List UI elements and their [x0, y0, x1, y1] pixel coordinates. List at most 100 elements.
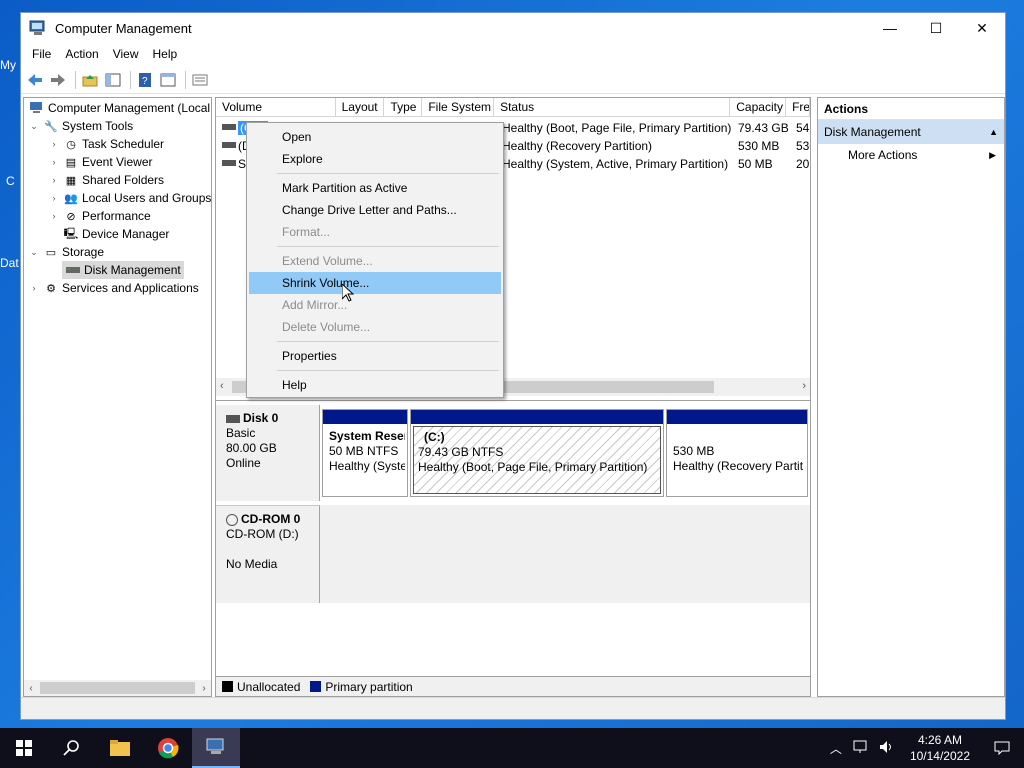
menu-file[interactable]: File	[25, 47, 58, 61]
tree-label: Computer Management (Local	[48, 101, 211, 115]
partition-system-reserved[interactable]: System Reser 50 MB NTFS Healthy (Syste	[322, 409, 408, 497]
menu-separator	[277, 341, 499, 342]
windows-icon	[16, 740, 32, 756]
tree-item-system-tools[interactable]: ⌄ 🔧 System Tools	[28, 117, 133, 135]
system-tray: ︿ 4:26 AM 10/14/2022	[824, 728, 1024, 768]
tree-item-computer-management[interactable]: Computer Management (Local	[26, 99, 210, 117]
menu-help[interactable]: Help	[146, 47, 185, 61]
partition-c[interactable]: (C:) 79.43 GB NTFS Healthy (Boot, Page F…	[410, 409, 664, 497]
tree-item-device-manager[interactable]: 🖳 Device Manager	[48, 225, 170, 243]
computer-management-icon	[29, 20, 47, 36]
tree-item-event-viewer[interactable]: › ▤ Event Viewer	[48, 153, 153, 171]
maximize-button[interactable]: ☐	[913, 13, 959, 43]
close-button[interactable]: ✕	[959, 13, 1005, 43]
network-icon[interactable]	[848, 740, 874, 757]
clock[interactable]: 4:26 AM 10/14/2022	[900, 732, 980, 764]
volume-capacity: 79.43 GB	[738, 121, 789, 135]
col-filesystem[interactable]: File System	[422, 98, 495, 117]
menu-item-change-drive-letter[interactable]: Change Drive Letter and Paths...	[249, 199, 501, 221]
desktop-icon-label[interactable]: Dat	[0, 256, 20, 270]
chevron-right-icon[interactable]: ›	[28, 283, 40, 293]
col-type[interactable]: Type	[384, 98, 423, 117]
disk-icon	[226, 414, 240, 423]
chevron-right-icon[interactable]: ›	[48, 139, 60, 149]
forward-icon[interactable]	[48, 70, 68, 90]
menu-item-shrink-volume[interactable]: Shrink Volume...	[249, 272, 501, 294]
menu-action[interactable]: Action	[58, 47, 105, 61]
toolbar: ?	[21, 66, 1005, 94]
file-explorer-icon[interactable]	[96, 728, 144, 768]
menu-view[interactable]: View	[106, 47, 146, 61]
col-layout[interactable]: Layout	[336, 98, 385, 117]
chevron-down-icon[interactable]: ⌄	[28, 247, 40, 258]
volume-status: Healthy (System, Active, Primary Partiti…	[502, 157, 729, 171]
up-folder-icon[interactable]	[80, 70, 100, 90]
tree-item-local-users[interactable]: › 👥 Local Users and Groups	[48, 189, 212, 207]
chevron-right-icon[interactable]: ›	[48, 175, 60, 185]
event-viewer-icon: ▤	[65, 156, 77, 169]
scroll-left-icon[interactable]: ‹	[24, 683, 38, 694]
toolbar-separator	[75, 70, 76, 89]
menu-item-extend-volume: Extend Volume...	[282, 254, 373, 268]
computer-management-taskbar-icon[interactable]	[192, 728, 240, 768]
chrome-icon[interactable]	[144, 728, 192, 768]
users-icon: 👥	[64, 192, 78, 205]
minimize-button[interactable]: —	[867, 13, 913, 43]
legend-primary: Primary partition	[325, 679, 413, 694]
title-bar[interactable]: Computer Management — ☐ ✕	[21, 13, 1005, 43]
volume-status: Healthy (Recovery Partition)	[502, 139, 653, 153]
tree-item-task-scheduler[interactable]: › ◷ Task Scheduler	[48, 135, 165, 153]
col-status[interactable]: Status	[494, 98, 731, 117]
help-icon[interactable]: ?	[135, 70, 155, 90]
start-button[interactable]	[0, 728, 48, 768]
partition-recovery[interactable]: 530 MB Healthy (Recovery Partit	[666, 409, 808, 497]
col-capacity[interactable]: Capacity	[730, 98, 787, 117]
chevron-right-icon[interactable]: ›	[48, 211, 60, 221]
chevron-right-icon[interactable]: ›	[48, 193, 60, 203]
shared-folder-icon: ▦	[65, 174, 77, 187]
menu-item-mark-active[interactable]: Mark Partition as Active	[249, 177, 501, 199]
cdrom-0-info[interactable]: CD-ROM 0 CD-ROM (D:) No Media	[216, 505, 320, 603]
more-actions-item[interactable]: More Actions ▶	[818, 144, 1004, 166]
tree-item-storage[interactable]: ⌄ ▭ Storage	[28, 243, 104, 261]
scroll-right-icon[interactable]: ›	[802, 380, 806, 392]
tree-label: Shared Folders	[82, 173, 165, 187]
col-free[interactable]: Fre	[786, 98, 810, 117]
desktop-icon-label[interactable]: My	[0, 58, 20, 72]
col-volume[interactable]: Volume	[216, 98, 336, 117]
chevron-up-icon[interactable]: ︿	[824, 740, 848, 757]
tree-item-performance[interactable]: › ⊘ Performance	[48, 207, 151, 225]
scroll-right-icon[interactable]: ›	[197, 683, 211, 694]
menu-item-format: Format...	[282, 225, 331, 239]
navigation-tree: Computer Management (Local ⌄ 🔧 System To…	[23, 97, 212, 697]
chevron-right-icon[interactable]: ›	[48, 157, 60, 167]
services-icon: ⚙	[46, 282, 56, 295]
computer-icon	[29, 101, 45, 115]
show-hide-tree-icon[interactable]	[103, 70, 123, 90]
tree-label: Performance	[82, 209, 151, 223]
partition-status: Healthy (Syste	[329, 459, 405, 473]
back-icon[interactable]	[25, 70, 45, 90]
properties-view-icon[interactable]	[158, 70, 178, 90]
collapse-up-icon[interactable]: ▲	[989, 120, 998, 144]
notification-icon[interactable]	[980, 741, 1024, 755]
menu-item-open[interactable]: Open	[249, 126, 501, 148]
search-icon[interactable]	[48, 728, 96, 768]
menu-item-help[interactable]: Help	[249, 374, 501, 396]
tree-item-services[interactable]: › ⚙ Services and Applications	[28, 279, 199, 297]
scroll-thumb[interactable]	[40, 682, 195, 694]
clock-date: 10/14/2022	[909, 749, 970, 763]
actions-section-disk-management[interactable]: Disk Management ▲	[818, 120, 1004, 144]
list-view-icon[interactable]	[190, 70, 210, 90]
tree-horizontal-scrollbar[interactable]: ‹ ›	[24, 680, 211, 696]
menu-item-properties[interactable]: Properties	[249, 345, 501, 367]
menu-item-explore[interactable]: Explore	[249, 148, 501, 170]
volume-icon[interactable]	[874, 740, 900, 757]
chevron-down-icon[interactable]: ⌄	[28, 121, 40, 132]
scroll-left-icon[interactable]: ‹	[220, 380, 224, 392]
tree-item-shared-folders[interactable]: › ▦ Shared Folders	[48, 171, 165, 189]
tree-item-disk-management[interactable]: Disk Management	[62, 261, 184, 279]
tools-icon: 🔧	[44, 120, 58, 133]
disk-0-info[interactable]: Disk 0 Basic 80.00 GB Online	[216, 405, 320, 501]
menu-item-add-mirror: Add Mirror...	[282, 298, 348, 312]
